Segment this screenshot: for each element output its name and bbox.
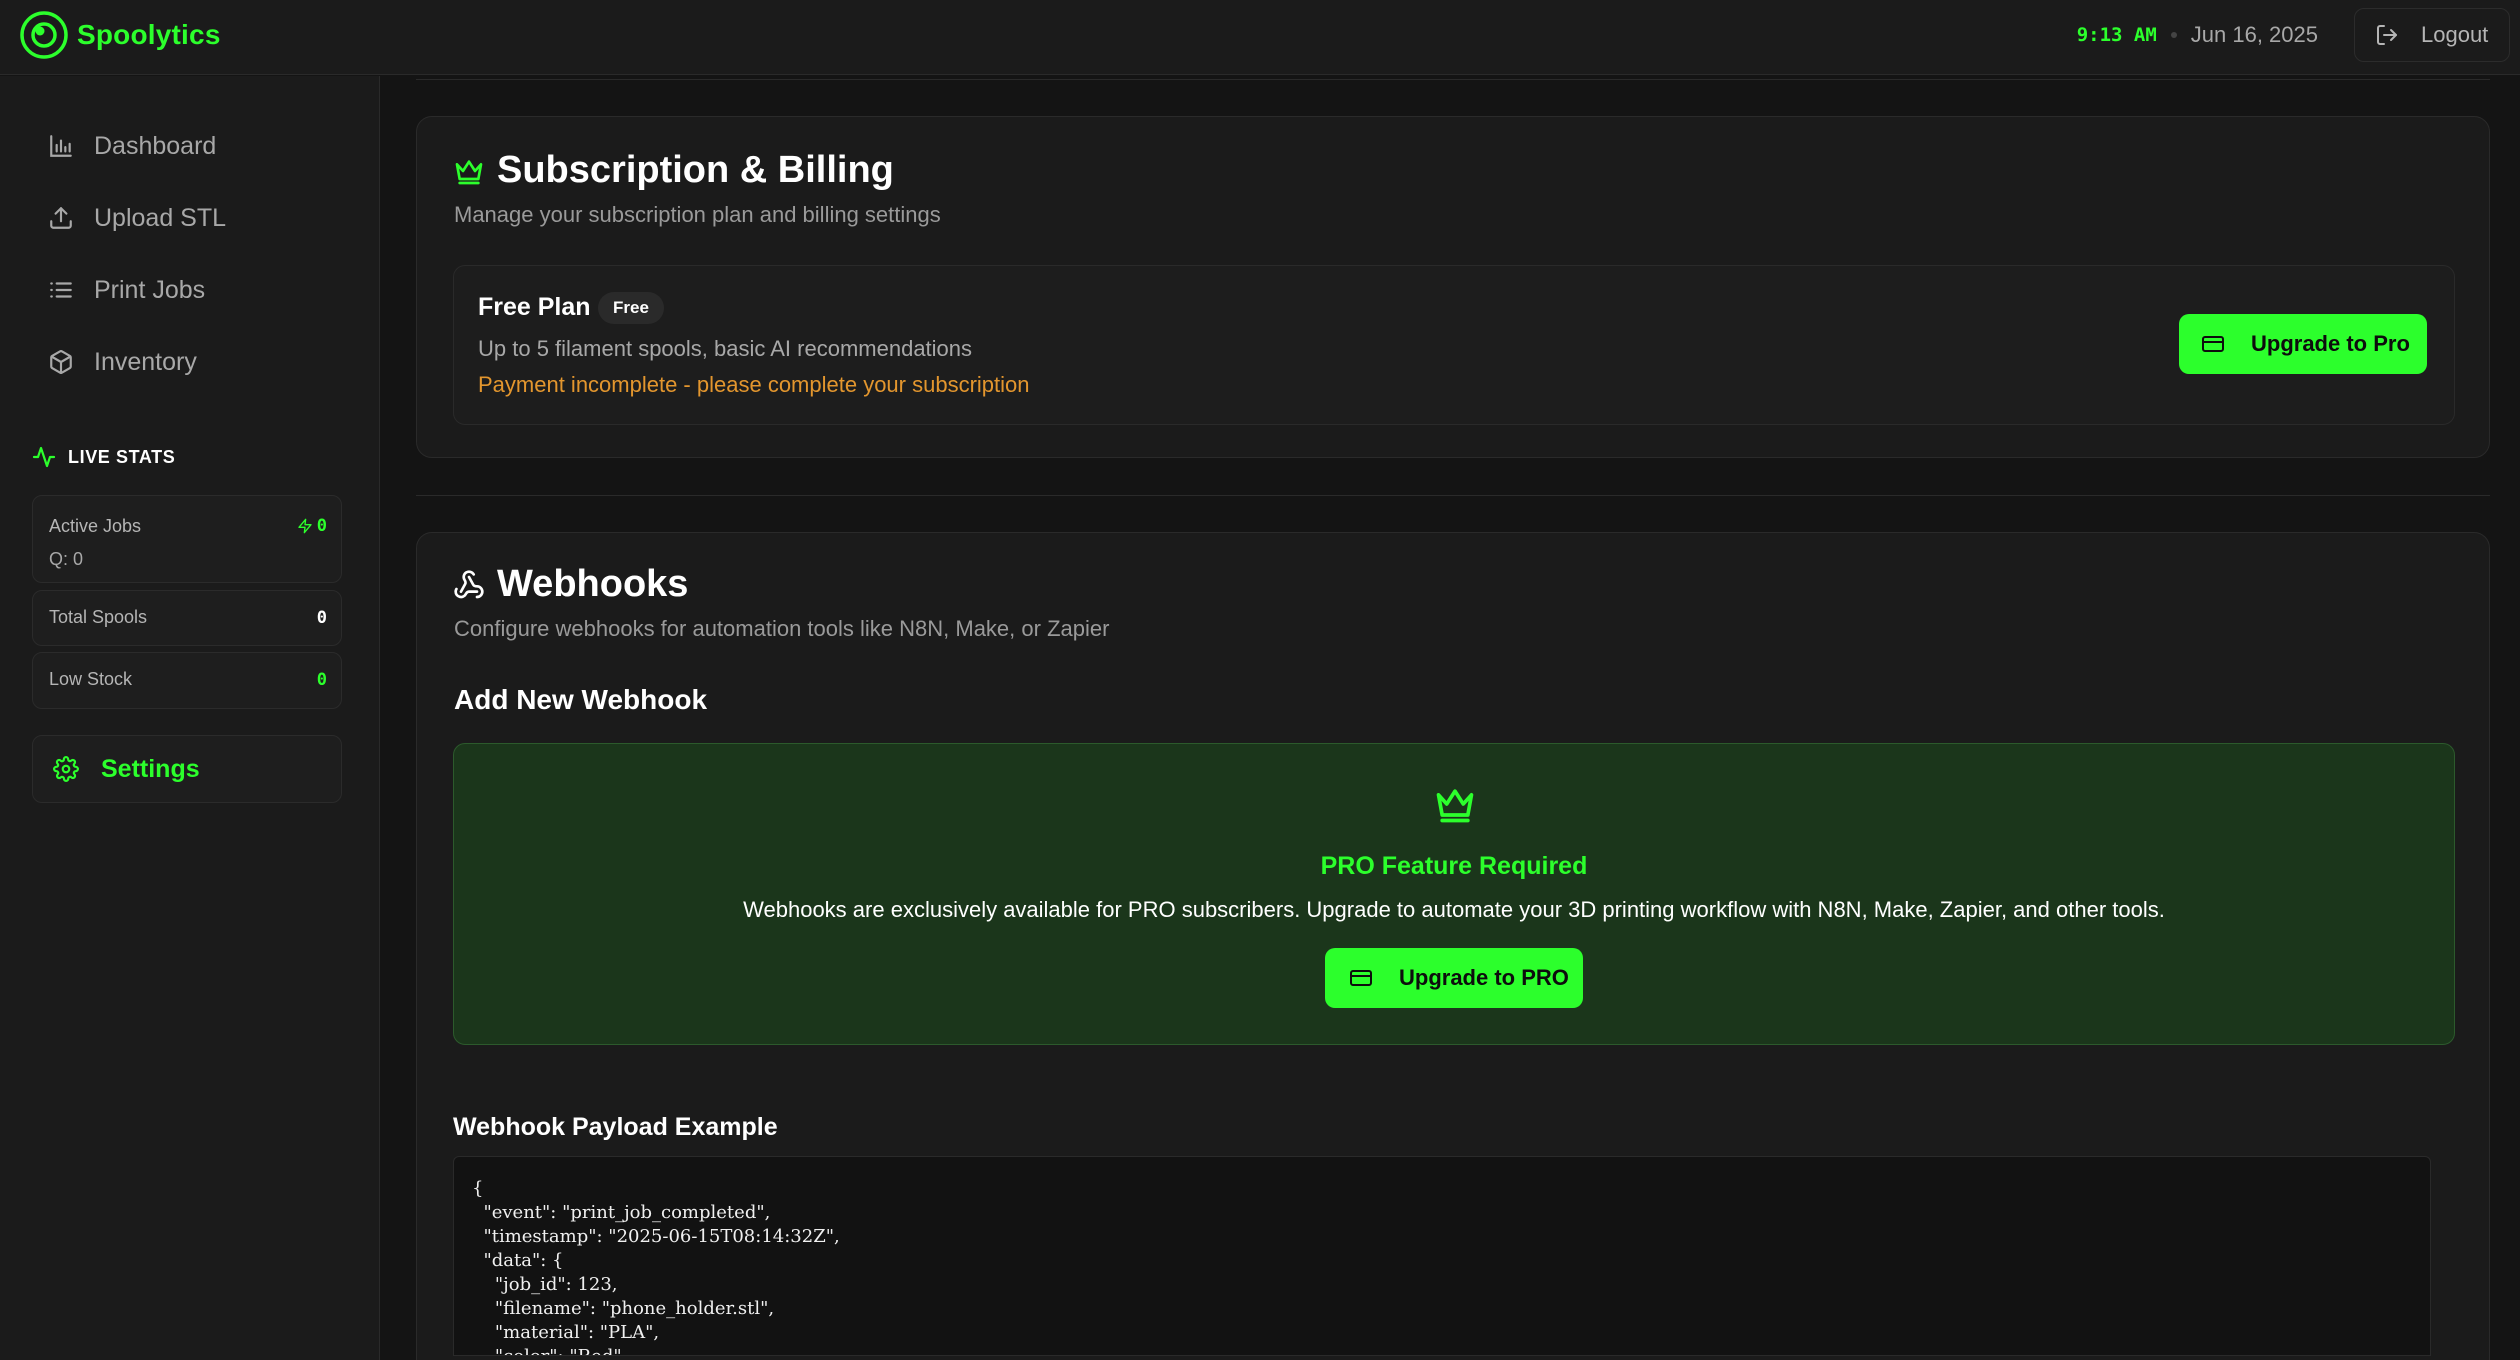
active-jobs-value: 0	[316, 516, 327, 536]
upgrade-to-pro-webhooks-button[interactable]: Upgrade to PRO	[1325, 948, 1583, 1008]
sidebar-item-upload-stl[interactable]: Upload STL	[32, 190, 342, 246]
upgrade-to-pro-button[interactable]: Upgrade to Pro	[2179, 314, 2427, 374]
stat-label: Total Spools	[49, 607, 148, 627]
activity-icon	[32, 446, 56, 468]
stat-label: Low Stock	[49, 669, 133, 689]
webhooks-title-text: Webhooks	[497, 563, 689, 605]
billing-title-text: Subscription & Billing	[497, 149, 894, 191]
sidebar-item-dashboard[interactable]: Dashboard	[32, 118, 342, 174]
sidebar: Dashboard Upload STL Print Jobs Inventor…	[0, 76, 380, 1360]
add-webhook-heading: Add New Webhook	[454, 684, 708, 715]
pro-title: PRO Feature Required	[1320, 852, 1588, 880]
box-icon	[50, 350, 72, 374]
credit-card-icon	[1350, 970, 1372, 986]
stat-label: Active Jobs	[49, 516, 142, 536]
main-content: Subscription & Billing Manage your subsc…	[381, 76, 2520, 1360]
bar-chart-icon	[50, 135, 72, 157]
live-stats-title: LIVE STATS	[68, 446, 176, 467]
sidebar-item-label: Upload STL	[94, 203, 227, 232]
queue-count: Q: 0	[49, 549, 84, 569]
upload-icon	[50, 207, 72, 229]
sidebar-item-label: Inventory	[94, 347, 197, 376]
payload-code: { "event": "print_job_completed", "times…	[472, 1178, 840, 1355]
sidebar-item-inventory[interactable]: Inventory	[32, 334, 342, 390]
date: Jun 16, 2025	[2190, 22, 2318, 47]
pro-required-card: PRO Feature Required Webhooks are exclus…	[453, 743, 2455, 1045]
payload-code-block[interactable]: { "event": "print_job_completed", "times…	[453, 1156, 2431, 1356]
upgrade-label: Upgrade to Pro	[2251, 331, 2410, 356]
header-right: 9:13 AM Jun 16, 2025 Logout	[2077, 8, 2510, 62]
payment-warning: Payment incomplete - please complete you…	[478, 372, 1030, 397]
sidebar-item-label: Settings	[101, 754, 200, 783]
webhooks-panel: Webhooks Configure webhooks for automati…	[416, 532, 2490, 1360]
pro-description: Webhooks are exclusively available for P…	[743, 897, 2165, 922]
brand[interactable]: Spoolytics	[19, 10, 221, 60]
payload-example-title: Webhook Payload Example	[453, 1113, 778, 1141]
sidebar-item-settings[interactable]: Settings	[32, 735, 342, 803]
logout-button[interactable]: Logout	[2354, 8, 2510, 62]
crown-icon	[455, 159, 483, 184]
total-spools-value: 0	[316, 608, 327, 628]
webhooks-title: Webhooks	[453, 563, 688, 606]
zap-icon	[298, 518, 312, 534]
divider	[416, 495, 2490, 496]
crown-icon	[1436, 789, 1474, 823]
webhooks-description: Configure webhooks for automation tools …	[454, 616, 1110, 641]
billing-panel: Subscription & Billing Manage your subsc…	[416, 116, 2490, 458]
upgrade-label: Upgrade to PRO	[1399, 965, 1569, 990]
webhook-icon	[454, 569, 484, 598]
app-header: Spoolytics 9:13 AM Jun 16, 2025 Logout	[0, 0, 2520, 75]
logout-label: Logout	[2421, 22, 2489, 47]
low-stock-value: 0	[316, 670, 327, 690]
gear-icon	[53, 756, 79, 782]
billing-title: Subscription & Billing	[453, 149, 894, 192]
credit-card-icon	[2202, 336, 2224, 352]
billing-description: Manage your subscription plan and billin…	[454, 202, 941, 227]
stat-value: 0	[297, 516, 327, 536]
logout-icon	[2377, 25, 2397, 45]
clock: 9:13 AM	[2076, 24, 2157, 46]
stat-card-total-spools: Total Spools 0	[32, 590, 342, 646]
sidebar-item-print-jobs[interactable]: Print Jobs	[32, 262, 342, 318]
list-icon	[50, 282, 72, 298]
plan-name: Free Plan	[478, 293, 591, 321]
separator-dot	[2170, 32, 2177, 38]
live-stats-heading: LIVE STATS	[32, 445, 175, 469]
plan-badge: Free	[598, 292, 664, 324]
stat-card-low-stock: Low Stock 0	[32, 652, 342, 709]
divider	[416, 79, 2490, 80]
plan-description: Up to 5 filament spools, basic AI recomm…	[478, 336, 973, 361]
sidebar-item-label: Print Jobs	[94, 275, 206, 304]
current-plan-card: Free Plan Free Up to 5 filament spools, …	[453, 265, 2455, 425]
stat-card-active-jobs: Active Jobs 0 Q: 0	[32, 495, 342, 583]
brand-name: Spoolytics	[77, 19, 221, 50]
sidebar-item-label: Dashboard	[94, 131, 217, 160]
spool-logo-icon	[20, 11, 68, 59]
